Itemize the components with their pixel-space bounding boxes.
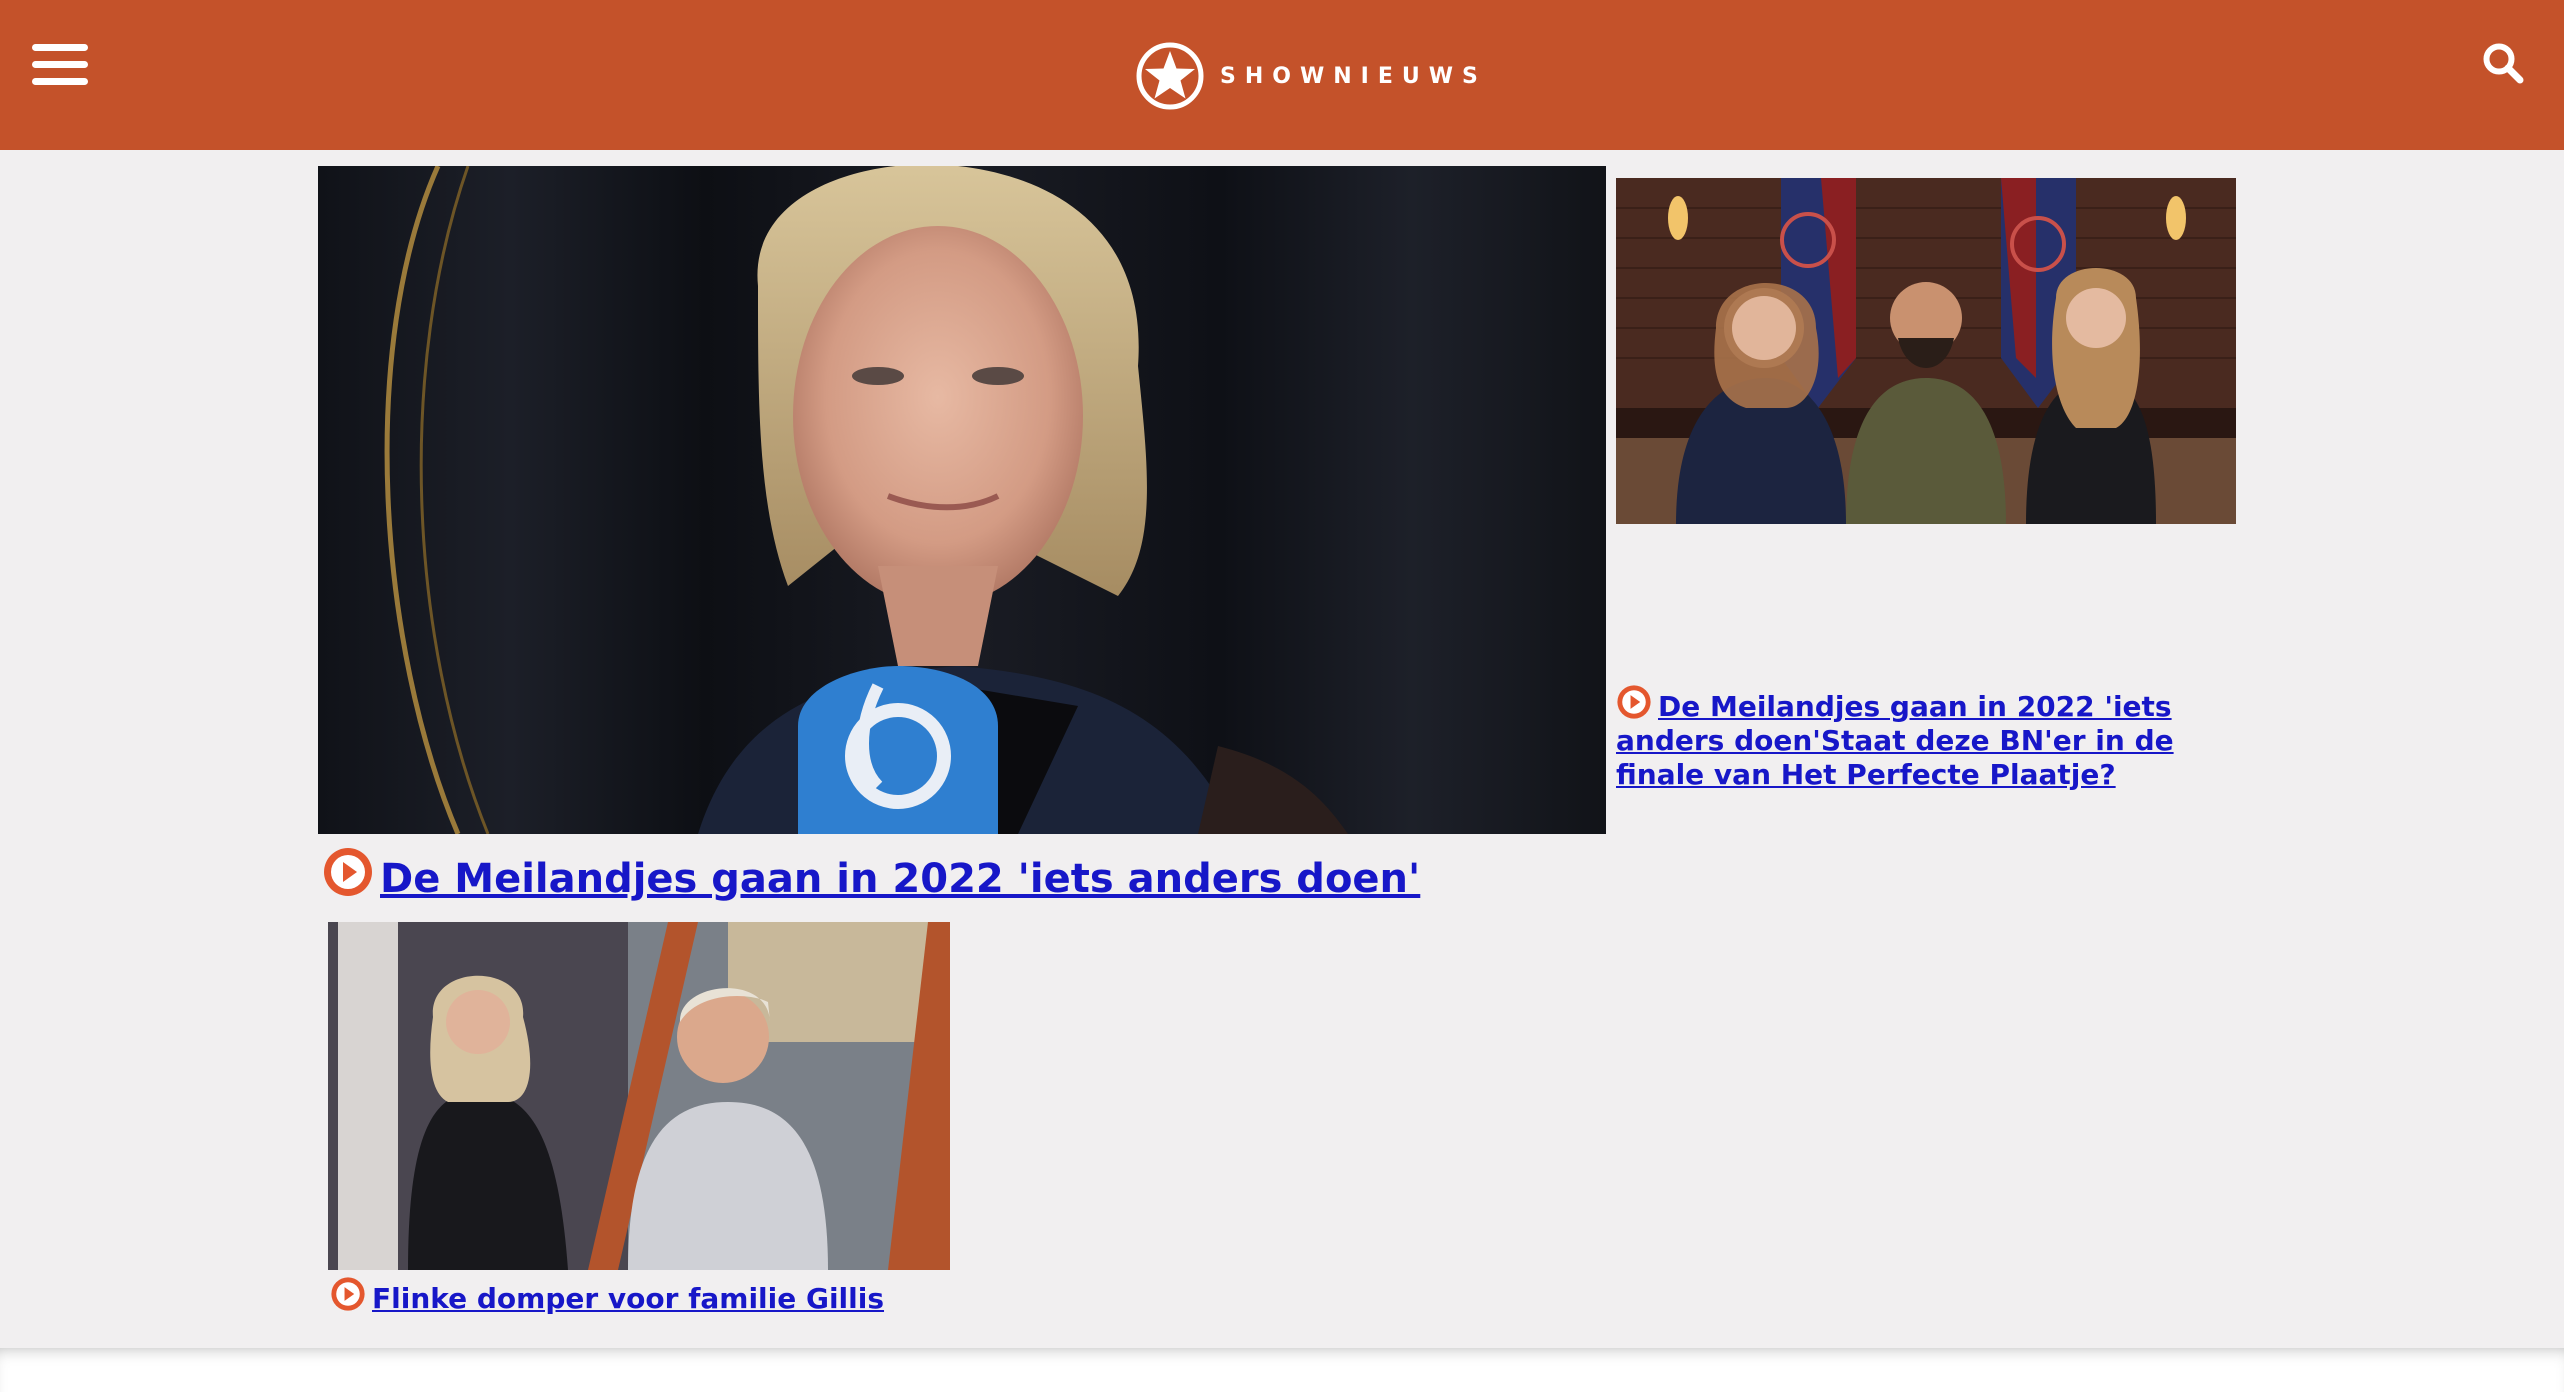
main-content: De Meilandjes gaan in 2022 'iets anders … [0,150,2564,1348]
bottom-article-image[interactable] [328,922,950,1270]
footer-strip [0,1348,2564,1392]
featured-article-title[interactable]: De Meilandjes gaan in 2022 'iets anders … [322,846,1420,902]
side-article-title-text: De Meilandjes gaan in 2022 'iets anders … [1616,689,2174,791]
play-icon [331,1277,365,1311]
featured-article-image[interactable] [318,166,1606,834]
menu-line [32,78,88,85]
side-article-image[interactable] [1616,178,2236,524]
menu-line [32,44,88,51]
site-logo[interactable]: SHOWNIEUWS [1136,40,1487,112]
star-logo-icon [1136,42,1204,110]
bottom-article-title-text: Flinke domper voor familie Gillis [372,1281,885,1315]
menu-line [32,61,88,68]
hamburger-menu-icon[interactable] [30,40,94,90]
featured-article-title-text: De Meilandjes gaan in 2022 'iets anders … [380,856,1421,902]
search-icon[interactable] [2480,40,2528,88]
bottom-article-title[interactable]: Flinke domper voor familie Gillis [330,1276,884,1319]
side-article-title[interactable]: De Meilandjes gaan in 2022 'iets anders … [1616,684,2246,792]
brand-name: SHOWNIEUWS [1220,63,1487,89]
play-icon [324,848,372,896]
play-icon [1617,685,1651,719]
top-bar: SHOWNIEUWS [0,0,2564,150]
